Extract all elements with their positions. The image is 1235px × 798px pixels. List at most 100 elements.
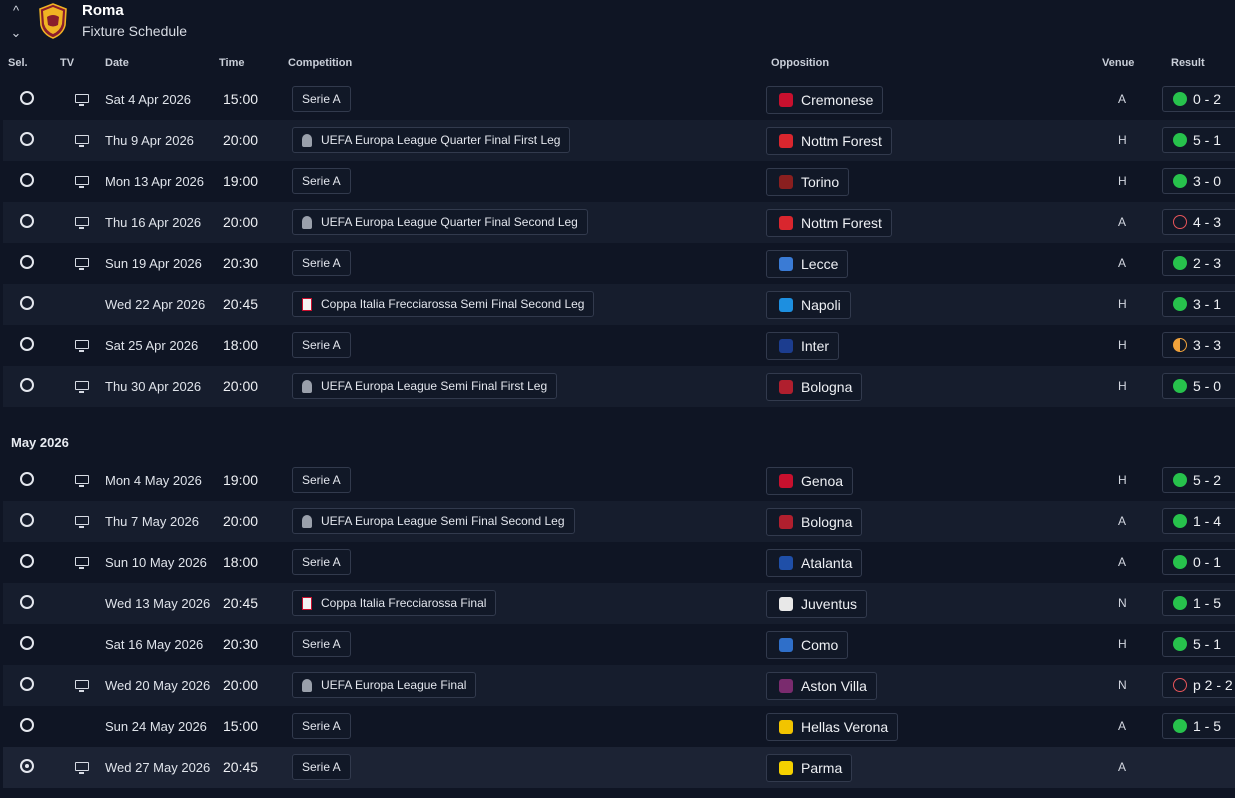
fixture-row[interactable]: Wed 20 May 2026 20:00 UEFA Europa League F… [3,665,1235,706]
select-radio[interactable] [20,132,34,146]
coppa-italia-icon [302,596,312,610]
fixture-row[interactable]: Thu 7 May 2026 20:00 UEFA Europa League Se… [3,501,1235,542]
opposition-chip[interactable]: Cremonese [766,86,884,114]
select-radio[interactable] [20,759,34,773]
competition-chip[interactable]: Serie A [292,250,351,276]
opposition-chip[interactable]: Nottm Forest [766,209,892,237]
result-chip[interactable]: 1 - 4 [1162,508,1235,534]
competition-chip[interactable]: UEFA Europa League Final [292,672,477,698]
result-chip[interactable]: 3 - 1 [1162,291,1235,317]
opposition-chip[interactable]: Hellas Verona [766,713,899,741]
fixture-row[interactable]: Mon 13 Apr 2026 19:00 Serie A Torino H 3 - 0 [3,161,1235,202]
column-header-time[interactable]: Time [219,57,244,69]
opponent-badge-icon [779,638,793,652]
result-chip[interactable]: 3 - 0 [1162,168,1235,194]
select-radio[interactable] [20,173,34,187]
fixture-row[interactable]: Wed 13 May 2026 20:45 Coppa Italia Freccia… [3,583,1235,624]
opposition-chip[interactable]: Nottm Forest [766,127,892,155]
competition-chip[interactable]: Serie A [292,631,351,657]
result-chip[interactable]: 0 - 1 [1162,549,1235,575]
select-radio[interactable] [20,337,34,351]
fixture-row[interactable]: Sun 19 Apr 2026 20:30 Serie A Lecce A 2 - 3 [3,243,1235,284]
fixture-row[interactable]: Thu 16 Apr 2026 20:00 UEFA Europa League Q… [3,202,1235,243]
opposition-chip[interactable]: Aston Villa [766,672,877,700]
fixture-time: 20:00 [223,378,259,394]
opposition-chip[interactable]: Torino [766,168,850,196]
opposition-chip[interactable]: Como [766,631,849,659]
column-header-venue[interactable]: Venue [1102,57,1134,69]
fixture-venue: A [1118,514,1127,528]
opposition-chip[interactable]: Inter [766,332,840,360]
select-radio[interactable] [20,554,34,568]
select-radio[interactable] [20,718,34,732]
result-chip[interactable]: 3 - 3 [1162,332,1235,358]
next-arrow-icon[interactable]: ⌄ [11,25,22,41]
result-chip[interactable]: 5 - 1 [1162,127,1235,153]
competition-chip[interactable]: Coppa Italia Frecciarossa Semi Final Sec… [292,291,595,317]
column-header-sel[interactable]: Sel. [8,57,28,69]
select-radio[interactable] [20,472,34,486]
competition-chip[interactable]: UEFA Europa League Semi Final First Leg [292,373,558,399]
column-header-opposition[interactable]: Opposition [771,57,829,69]
competition-chip[interactable]: UEFA Europa League Semi Final Second Leg [292,508,575,534]
competition-chip[interactable]: Serie A [292,467,351,493]
result-chip[interactable]: 5 - 2 [1162,467,1235,493]
select-radio[interactable] [20,677,34,691]
previous-arrow-icon[interactable]: ^ [13,3,19,19]
fixture-row[interactable]: Mon 4 May 2026 19:00 Serie A Genoa H 5 - 2 [3,460,1235,501]
fixture-row[interactable]: Sat 4 Apr 2026 15:00 Serie A Cremonese A 0 - … [3,79,1235,120]
opposition-chip[interactable]: Lecce [766,250,849,278]
select-radio[interactable] [20,91,34,105]
column-header-result[interactable]: Result [1171,57,1205,69]
fixture-row[interactable]: Sat 25 Apr 2026 18:00 Serie A Inter H 3 - 3 [3,325,1235,366]
competition-chip[interactable]: Coppa Italia Frecciarossa Final [292,590,497,616]
column-header-date[interactable]: Date [105,57,129,69]
fixture-row[interactable]: Wed 22 Apr 2026 20:45 Coppa Italia Freccia… [3,284,1235,325]
competition-chip[interactable]: Serie A [292,332,351,358]
opponent-name: Aston Villa [801,678,867,694]
select-radio[interactable] [20,214,34,228]
result-chip[interactable]: 4 - 3 [1162,209,1235,235]
fixture-row[interactable]: Sun 24 May 2026 15:00 Serie A Hellas Verona… [3,706,1235,747]
opponent-name: Inter [801,338,830,354]
competition-chip[interactable]: Serie A [292,86,351,112]
select-radio[interactable] [20,513,34,527]
opposition-chip[interactable]: Atalanta [766,549,863,577]
opposition-chip[interactable]: Parma [766,754,853,782]
select-radio[interactable] [20,636,34,650]
competition-chip[interactable]: Serie A [292,713,351,739]
fixture-row[interactable]: Sat 16 May 2026 20:30 Serie A Como H 5 - 1 [3,624,1235,665]
fixture-venue: H [1118,379,1127,393]
opposition-chip[interactable]: Bologna [766,373,863,401]
fixture-row[interactable]: Sun 10 May 2026 18:00 Serie A Atalanta A 0 - … [3,542,1235,583]
opposition-chip[interactable]: Genoa [766,467,854,495]
fixture-row[interactable]: Thu 30 Apr 2026 20:00 UEFA Europa League S… [3,366,1235,407]
column-header-competition[interactable]: Competition [288,57,352,69]
result-chip[interactable]: 5 - 1 [1162,631,1235,657]
select-radio[interactable] [20,595,34,609]
result-chip[interactable]: 1 - 5 [1162,590,1235,616]
tv-icon [75,176,89,188]
fixture-row[interactable]: Thu 9 Apr 2026 20:00 UEFA Europa League Qu… [3,120,1235,161]
select-radio[interactable] [20,255,34,269]
result-chip[interactable]: p 2 - 2 [1162,672,1235,698]
fixture-row[interactable]: Wed 27 May 2026 20:45 Serie A Parma A [3,747,1235,788]
competition-chip[interactable]: UEFA Europa League Quarter Final Second … [292,209,588,235]
result-chip[interactable]: 0 - 2 [1162,86,1235,112]
competition-chip[interactable]: Serie A [292,549,351,575]
result-win-icon [1173,92,1187,106]
result-chip[interactable]: 5 - 0 [1162,373,1235,399]
competition-chip[interactable]: Serie A [292,168,351,194]
opposition-chip[interactable]: Napoli [766,291,851,319]
competition-chip[interactable]: Serie A [292,754,351,780]
fixture-venue: N [1118,596,1127,610]
opposition-chip[interactable]: Juventus [766,590,868,618]
select-radio[interactable] [20,296,34,310]
competition-chip[interactable]: UEFA Europa League Quarter Final First L… [292,127,571,153]
select-radio[interactable] [20,378,34,392]
result-chip[interactable]: 1 - 5 [1162,713,1235,739]
column-header-tv[interactable]: TV [60,57,74,69]
result-chip[interactable]: 2 - 3 [1162,250,1235,276]
opposition-chip[interactable]: Bologna [766,508,863,536]
opponent-name: Atalanta [801,555,853,571]
